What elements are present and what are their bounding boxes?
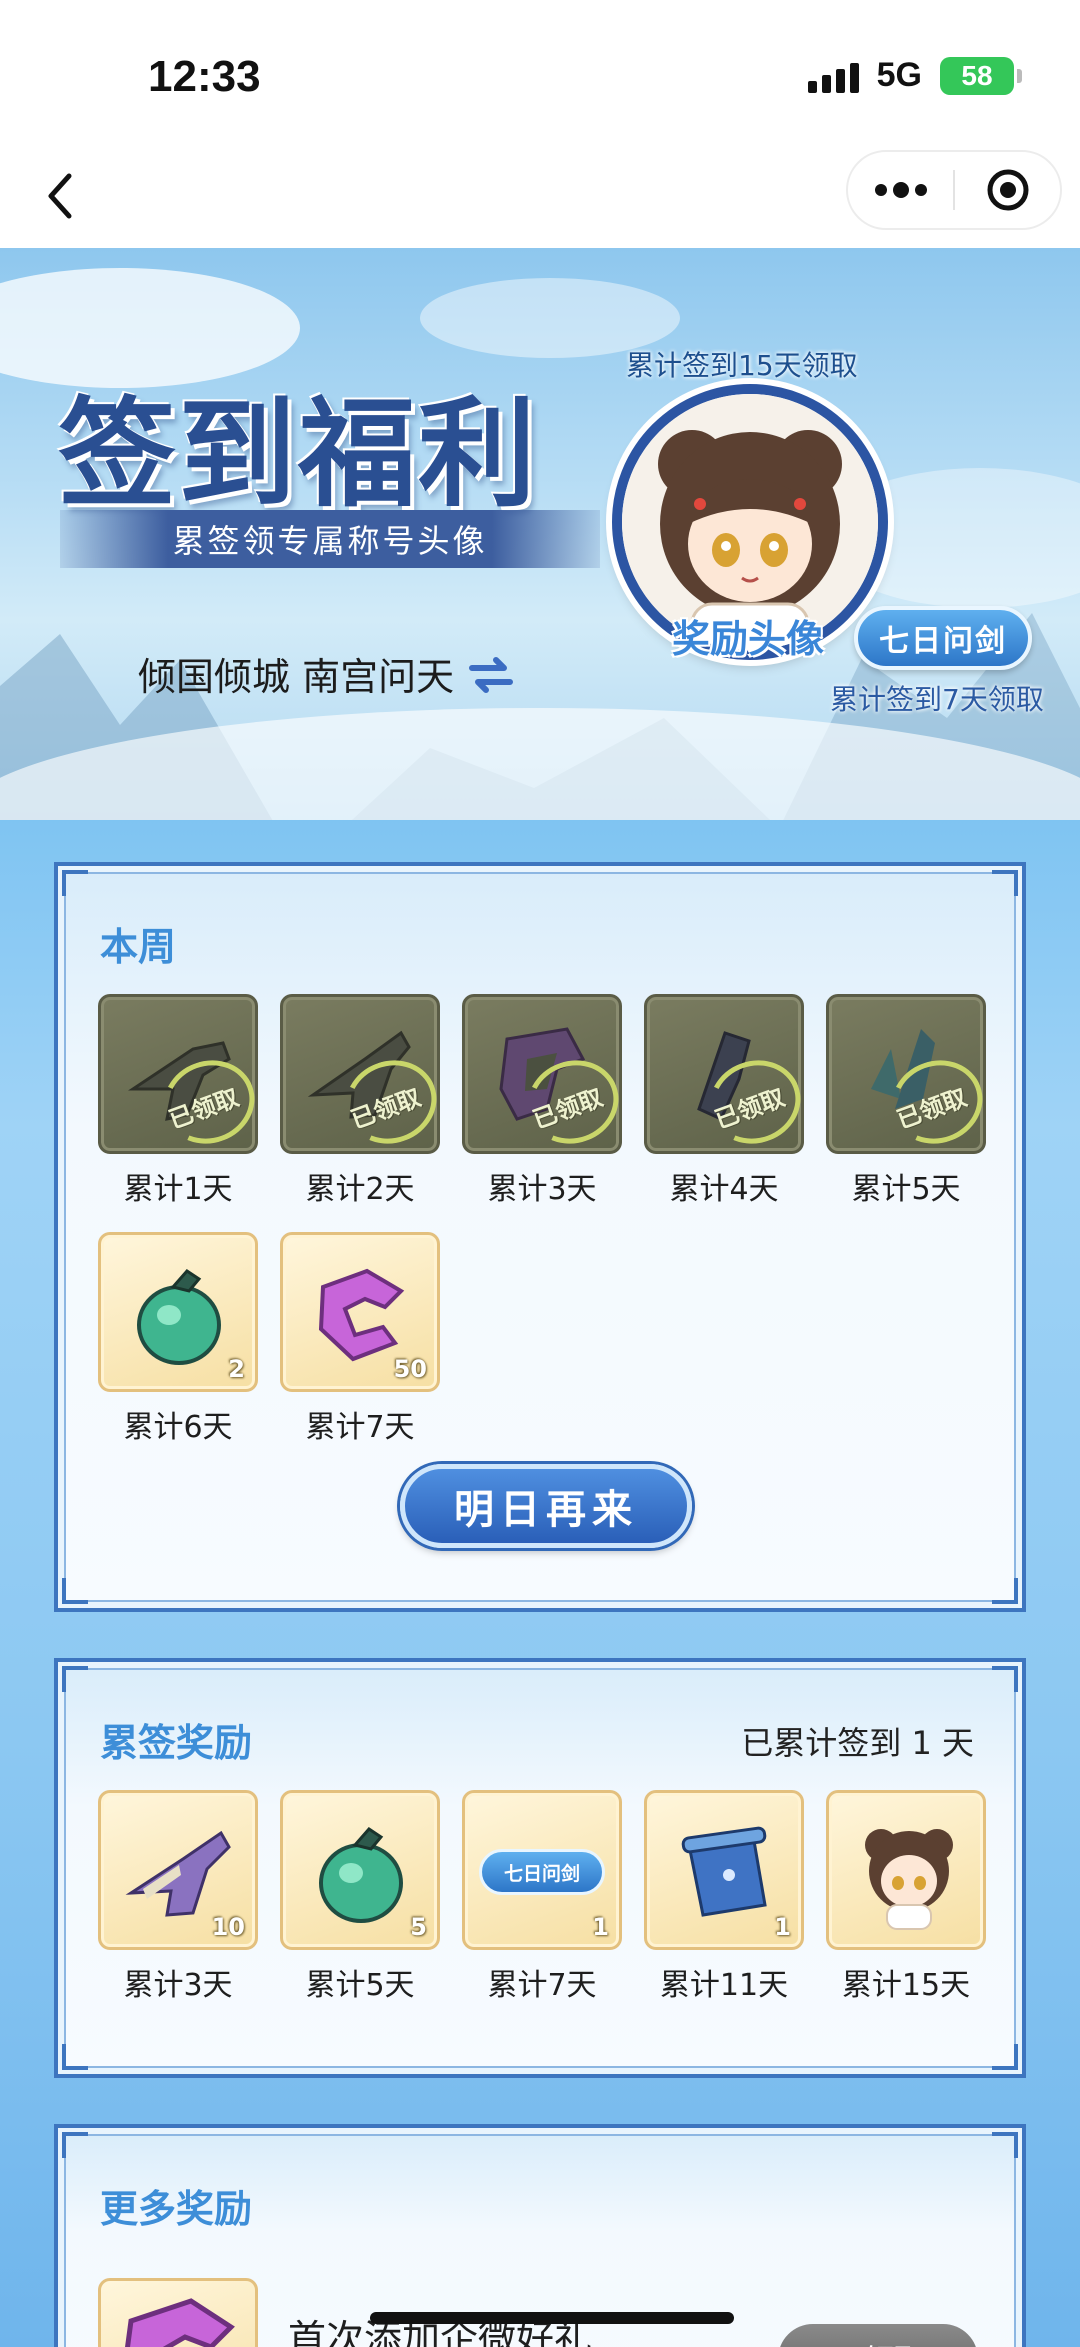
reward-tile: 50 [280, 1232, 440, 1392]
day-item[interactable]: 2 累计6天 [98, 1232, 258, 1446]
banner-subtitle: 累签领专属称号头像 [60, 510, 600, 568]
close-mini-program-button[interactable] [955, 152, 1060, 228]
reward-tile: 2 [98, 1232, 258, 1392]
banner: 签到福利 累签领专属称号头像 倾国倾城 南宫问天 累计签到15天领取 奖励头像 … [0, 248, 1080, 868]
milestone-item[interactable]: 1 累计11天 [644, 1790, 804, 2004]
title-badge: 七日问剑 [854, 606, 1032, 670]
day-item[interactable]: 已领取 累计5天 [826, 994, 986, 1208]
battery-level: 58 [961, 59, 993, 91]
milestone-item[interactable]: 累计15天 [826, 1790, 986, 2004]
day-label: 累计1天 [123, 1172, 233, 1207]
day-item[interactable]: 已领取 累计1天 [98, 994, 258, 1208]
mini-program-capsule [846, 150, 1062, 230]
corner-ornament [992, 2132, 1018, 2158]
network-type: 5G [876, 56, 922, 94]
item-quantity: 1 [592, 1913, 609, 1941]
purple-gem-icon [125, 2298, 235, 2347]
home-indicator [370, 2312, 734, 2324]
reward-tile [826, 1790, 986, 1950]
milestone-item[interactable]: 七日问剑 1 累计7天 [462, 1790, 622, 2004]
milestone-item[interactable]: 5 累计5天 [280, 1790, 440, 2004]
reward-tile: 5 [280, 1790, 440, 1950]
reward-tile: 七日问剑 1 [462, 1790, 622, 1950]
title-badge-icon: 七日问剑 [479, 1849, 605, 1895]
come-back-tomorrow-button[interactable]: 明日再来 [400, 1464, 692, 1548]
status-bar: 12:33 5G 58 [0, 0, 1080, 140]
milestone-item[interactable]: 10 累计3天 [98, 1790, 258, 2004]
corner-ornament [62, 1578, 88, 1604]
weekly-panel: 本周 已领取 累计1天 已领取 累计2天 已领取 累计3天 已领取 累计4天 已… [54, 862, 1026, 1612]
cumulative-title: 累签奖励 [100, 1721, 253, 1765]
reward-tile: 1 [644, 1790, 804, 1950]
nav-bar [0, 140, 1080, 248]
reward-tile: 已领取 [280, 994, 440, 1154]
more-dots-icon [874, 182, 927, 198]
status-indicators: 5G 58 [807, 56, 1022, 95]
green-pouch-icon [319, 1827, 403, 1923]
corner-ornament [62, 870, 88, 896]
user-name: 倾国倾城 南宫问天 [138, 655, 455, 699]
back-button[interactable] [30, 166, 90, 226]
day-item[interactable]: 已领取 累计3天 [462, 994, 622, 1208]
reward-tile: 10 [98, 1790, 258, 1950]
weekly-grid: 已领取 累计1天 已领取 累计2天 已领取 累计3天 已领取 累计4天 已领取 … [98, 994, 1018, 1446]
signal-icon [807, 59, 859, 93]
day-label: 累计3天 [487, 1172, 597, 1207]
claim-button[interactable]: 已领取 [778, 2324, 978, 2347]
target-icon [987, 169, 1028, 211]
corner-ornament [992, 870, 1018, 896]
milestone-label: 累计5天 [305, 1968, 415, 2003]
cumulative-panel: 累签奖励 已累计签到 1 天 10 累计3天 5 累计5天 七日问剑 1 累计7… [54, 1658, 1026, 2078]
corner-ornament [62, 1666, 88, 1692]
corner-ornament [992, 1578, 1018, 1604]
battery-icon: 58 [940, 56, 1022, 95]
corner-ornament [992, 2044, 1018, 2070]
avatar-requirement-label: 累计签到15天领取 [626, 349, 858, 382]
user-title-switcher[interactable]: 倾国倾城 南宫问天 [138, 646, 514, 701]
day-item[interactable]: 已领取 累计2天 [280, 994, 440, 1208]
reward-tile [98, 2278, 258, 2347]
day-item[interactable]: 已领取 累计4天 [644, 994, 804, 1208]
milestone-label: 累计15天 [841, 1968, 971, 2003]
day-label: 累计4天 [669, 1172, 779, 1207]
milestone-label: 累计7天 [487, 1968, 597, 2003]
item-quantity: 50 [393, 1355, 427, 1383]
milestone-label: 累计3天 [123, 1968, 233, 2003]
reward-tile: 已领取 [462, 994, 622, 1154]
day-label: 累计6天 [123, 1410, 233, 1445]
item-quantity: 1 [774, 1913, 791, 1941]
chevron-left-icon [48, 173, 72, 219]
avatar-girl-icon [865, 1829, 953, 1930]
reward-tile: 已领取 [98, 994, 258, 1154]
more-rewards-title: 更多奖励 [100, 2187, 253, 2231]
milestone-label: 累计11天 [659, 1968, 789, 2003]
day-label: 累计7天 [305, 1410, 415, 1445]
day-label: 累计2天 [305, 1172, 415, 1207]
reward-avatar-tag: 奖励头像 [672, 617, 825, 661]
day-label: 累计5天 [851, 1172, 961, 1207]
item-quantity: 10 [211, 1913, 245, 1941]
cumulative-progress: 已累计签到 1 天 [741, 1724, 974, 1762]
day-item[interactable]: 50 累计7天 [280, 1232, 440, 1446]
reward-tile: 已领取 [644, 994, 804, 1154]
item-quantity: 5 [410, 1913, 427, 1941]
cumulative-grid: 10 累计3天 5 累计5天 七日问剑 1 累计7天 1 累计11天 累计15天 [98, 1790, 1018, 2004]
blue-scroll-icon [681, 1826, 767, 1917]
more-button[interactable] [848, 152, 953, 228]
item-quantity: 2 [228, 1355, 245, 1383]
corner-ornament [62, 2044, 88, 2070]
reward-tile: 已领取 [826, 994, 986, 1154]
badge-requirement-label: 累计签到7天领取 [830, 683, 1044, 716]
title-badge-text: 七日问剑 [503, 1862, 580, 1885]
status-time: 12:33 [148, 52, 261, 101]
swap-icon[interactable] [468, 654, 514, 694]
weekly-title: 本周 [100, 925, 177, 969]
green-pouch-icon [137, 1269, 221, 1365]
banner-title: 签到福利 [58, 384, 539, 523]
corner-ornament [62, 2132, 88, 2158]
corner-ornament [992, 1666, 1018, 1692]
